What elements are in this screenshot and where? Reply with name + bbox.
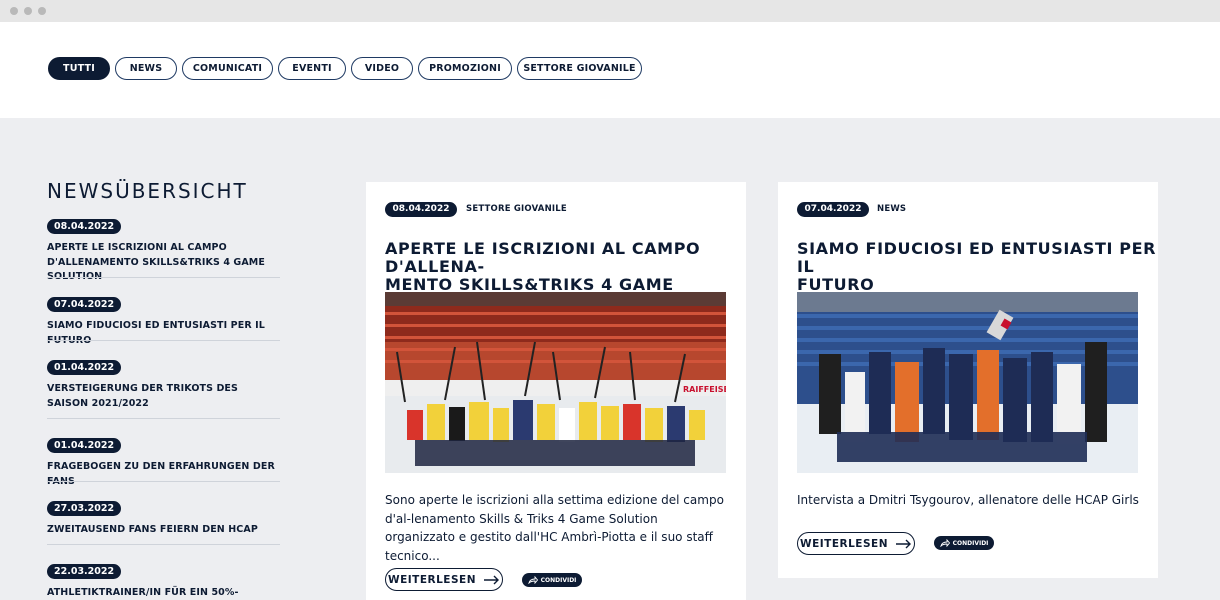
divider [47,418,280,419]
card-category[interactable]: SETTORE GIOVANILE [466,204,567,214]
divider [47,340,280,341]
date-badge: 07.04.2022 [47,297,122,312]
card-image-youth-hockey[interactable]: RAIFFEISEN [385,292,726,473]
card-date-badge: 07.04.2022 [797,202,869,217]
share-label: CONDIVIDI [540,576,577,584]
card-title[interactable]: SIAMO FIDUCIOSI ED ENTUSIASTI PER IL FUT… [797,240,1158,294]
news-card: 08.04.2022 SETTORE GIOVANILE APERTE LE I… [366,182,746,600]
svg-text:RAIFFEISEN: RAIFFEISEN [683,385,726,394]
window-minimize-dot[interactable] [24,7,32,15]
sidebar-news-title[interactable]: ZWEITAUSEND FANS FEIERN DEN HCAP [47,523,280,538]
share-button[interactable]: CONDIVIDI [522,573,582,587]
sidebar-news-title[interactable]: FRAGEBOGEN ZU DEN ERFAHRUNGEN DER FANS [47,460,280,489]
filter-tutti[interactable]: TUTTI [48,57,110,80]
news-card: 07.04.2022 NEWS SIAMO FIDUCIOSI ED ENTUS… [778,182,1158,578]
filter-settore-giovanile[interactable]: SETTORE GIOVANILE [517,57,642,80]
sidebar-news-item[interactable]: 27.03.2022 ZWEITAUSEND FANS FEIERN DEN H… [47,496,280,545]
date-badge: 01.04.2022 [47,360,122,375]
read-more-button[interactable]: WEITERLESEN [797,532,915,555]
date-badge: 27.03.2022 [47,501,122,516]
team-celebration-photo [797,292,1138,473]
divider [47,544,280,545]
filter-promozioni[interactable]: PROMOZIONI [418,57,512,80]
arrow-right-icon [895,539,911,548]
read-more-button[interactable]: WEITERLESEN [385,568,503,591]
read-more-label: WEITERLESEN [800,537,888,550]
date-badge: 08.04.2022 [47,219,122,234]
sidebar-title: NEWSÜBERSICHT [47,179,248,203]
sidebar-news-title[interactable]: SIAMO FIDUCIOSI ED ENTUSIASTI PER IL FUT… [47,319,280,348]
category-filter-bar: TUTTI NEWS COMUNICATI EVENTI VIDEO PROMO… [0,22,1220,118]
card-title-line: APERTE LE ISCRIZIONI AL CAMPO D'ALLENA- [385,239,701,276]
sidebar-news-item[interactable]: 07.04.2022 SIAMO FIDUCIOSI ED ENTUSIASTI… [47,292,280,346]
card-category[interactable]: NEWS [877,204,906,214]
sidebar-news-item[interactable]: 08.04.2022 APERTE LE ISCRIZIONI AL CAMPO… [47,214,280,282]
news-content-area: NEWSÜBERSICHT 08.04.2022 APERTE LE ISCRI… [0,118,1220,600]
share-icon [939,539,950,547]
share-icon [527,576,538,584]
read-more-label: WEITERLESEN [388,573,476,586]
divider [47,277,280,278]
browser-window-bar [0,0,1220,22]
window-zoom-dot[interactable] [38,7,46,15]
sidebar-news-item[interactable]: 22.03.2022 ATHLETIKTRAINER/IN FÜR EIN 50… [47,559,280,600]
card-date-badge: 08.04.2022 [385,202,457,217]
share-label: CONDIVIDI [952,539,989,547]
filter-eventi[interactable]: EVENTI [278,57,346,80]
filter-video[interactable]: VIDEO [351,57,413,80]
share-button[interactable]: CONDIVIDI [934,536,994,550]
sidebar-news-item[interactable]: 01.04.2022 FRAGEBOGEN ZU DEN ERFAHRUNGEN… [47,433,280,487]
date-badge: 01.04.2022 [47,438,122,453]
arrow-right-icon [483,575,499,584]
divider [47,481,280,482]
sidebar-news-item[interactable]: 01.04.2022 VERSTEIGERUNG DER TRIKOTS DES… [47,355,280,419]
card-image-team-celebration[interactable] [797,292,1138,473]
window-close-dot[interactable] [10,7,18,15]
card-description: Intervista a Dmitri Tsygourov, allenator… [797,493,1139,507]
sidebar-news-title[interactable]: ATHLETIKTRAINER/IN FÜR EIN 50%-PRAKTIKUM [47,586,280,600]
filter-news[interactable]: NEWS [115,57,177,80]
hockey-rink-photo: RAIFFEISEN [385,292,726,473]
sidebar-news-title[interactable]: VERSTEIGERUNG DER TRIKOTS DES SAISON 202… [47,382,262,411]
card-title-line: SIAMO FIDUCIOSI ED ENTUSIASTI PER IL [797,239,1157,276]
filter-comunicati[interactable]: COMUNICATI [182,57,273,80]
date-badge: 22.03.2022 [47,564,122,579]
card-description: Sono aperte le iscrizioni alla settima e… [385,493,724,563]
